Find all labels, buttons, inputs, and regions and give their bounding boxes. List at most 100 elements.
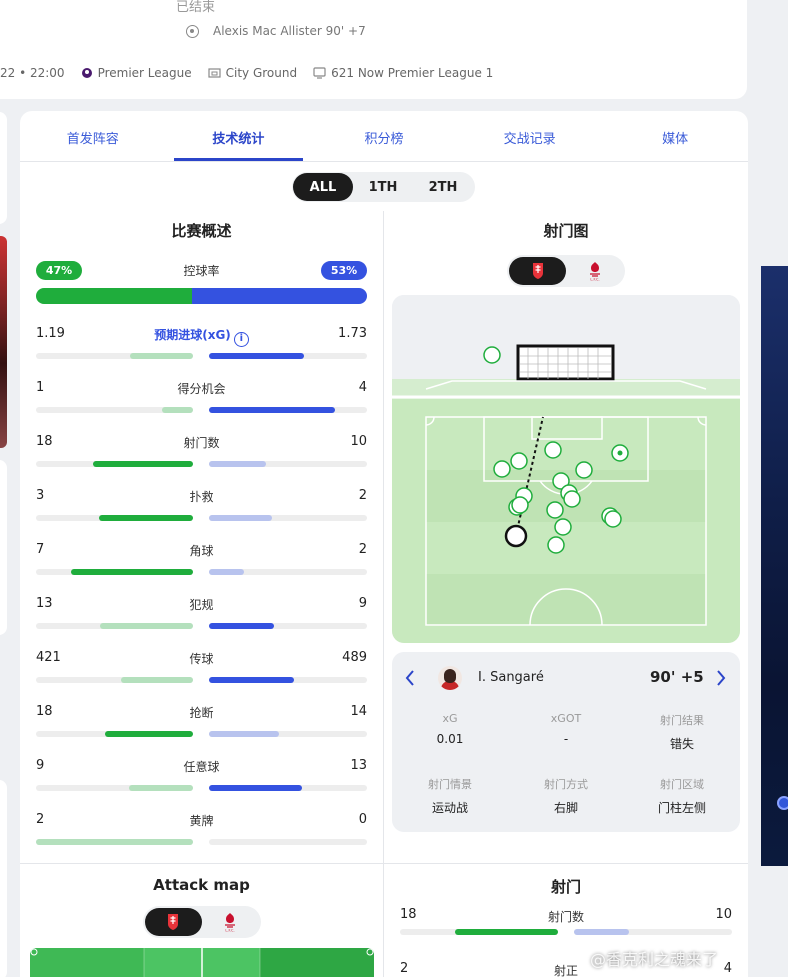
away-fill — [209, 353, 304, 359]
stat-label-text: 黄牌 — [189, 814, 214, 828]
stat-row: 2 黄牌 0 — [36, 802, 367, 856]
shot-marker[interactable] — [604, 510, 622, 528]
home-fill — [98, 515, 193, 521]
side-image-fragment — [761, 266, 788, 866]
attack-map-title: Attack map — [153, 876, 250, 894]
home-team-toggle[interactable] — [144, 908, 202, 936]
period-second-half[interactable]: 2TH — [413, 173, 473, 201]
stat-bars — [36, 407, 367, 413]
possession-bar — [36, 288, 367, 304]
side-photo-fragment — [0, 236, 7, 448]
shot-marker[interactable] — [483, 346, 501, 364]
home-track — [36, 785, 193, 791]
player-avatar — [438, 666, 462, 690]
shot-map-title: 射门图 — [543, 222, 589, 240]
away-value: 14 — [350, 704, 367, 719]
stat-row: 1 得分机会 4 — [36, 370, 367, 424]
situation-stat: 射门情景 运动战 — [392, 776, 508, 816]
period-first-half[interactable]: 1TH — [353, 173, 413, 201]
tab-head-to-head[interactable]: 交战记录 — [457, 111, 603, 161]
side-badge-fragment — [777, 796, 788, 810]
premier-league-icon — [81, 68, 92, 78]
shot-map-pitch — [392, 295, 740, 643]
stat-values: 9 任意球 13 — [36, 758, 367, 776]
stat-label: 抢断 — [36, 704, 367, 721]
tab-lineups[interactable]: 首发阵容 — [20, 111, 166, 161]
possession-header: 47% 控球率 53% — [36, 261, 367, 281]
result-label: 射门结果 — [660, 714, 704, 727]
stat-label-text: 抢断 — [189, 706, 214, 720]
shot-marker[interactable] — [544, 441, 562, 459]
match-datetime: 22 • 22:00 — [0, 66, 65, 80]
shot-marker[interactable] — [510, 452, 528, 470]
stat-list: 1.19 预期进球(xG) i 1.73 1 得分机会 4 18 射门数 10 3 扑救 2 7 角球 2 13… — [36, 316, 367, 856]
stat-label[interactable]: 预期进球(xG) i — [36, 326, 367, 347]
away-fill — [574, 929, 630, 935]
home-fill — [70, 569, 193, 575]
tab-media[interactable]: 媒体 — [602, 111, 748, 161]
stat-bars — [36, 461, 367, 467]
home-possession-fill — [36, 288, 192, 304]
away-possession-fill — [191, 288, 367, 304]
home-track — [36, 461, 193, 467]
home-fill — [120, 677, 193, 683]
stat-label-text: 得分机会 — [177, 382, 226, 396]
stat-values: 7 角球 2 — [36, 542, 367, 560]
football-icon — [186, 24, 199, 38]
away-value: 489 — [342, 650, 367, 665]
league-name: Premier League — [97, 66, 192, 80]
stat-row: 1.19 预期进球(xG) i 1.73 — [36, 316, 367, 370]
info-icon[interactable]: i — [233, 332, 249, 347]
shot-marker[interactable] — [546, 501, 564, 519]
xg-label: xG — [442, 712, 458, 725]
home-fill — [105, 731, 193, 737]
stat-row: 7 角球 2 — [36, 532, 367, 586]
home-track — [400, 929, 558, 935]
stat-label: 犯规 — [36, 596, 367, 613]
zone-value: 门柱左侧 — [657, 801, 706, 815]
stat-row: 9 任意球 13 — [36, 748, 367, 802]
shot-marker[interactable] — [493, 460, 511, 478]
stat-bars — [400, 929, 732, 935]
shot-minute: 90' +5 — [650, 668, 704, 686]
zone-stat: 射门区域 门柱左侧 — [624, 776, 740, 816]
svg-text:L.F.C.: L.F.C. — [225, 929, 234, 933]
stat-row: 18 抢断 14 — [36, 694, 367, 748]
xgot-value: - — [563, 732, 569, 746]
away-value: 13 — [350, 758, 367, 773]
home-fill — [161, 407, 193, 413]
broadcast: 621 Now Premier League 1 — [313, 66, 493, 80]
tab-standings[interactable]: 积分榜 — [311, 111, 457, 161]
away-value: 10 — [350, 434, 367, 449]
away-team-toggle[interactable]: L.F.C. — [202, 908, 259, 936]
away-track — [209, 677, 367, 683]
stat-row: 421 传球 489 — [36, 640, 367, 694]
stat-label-text: 犯规 — [189, 598, 214, 612]
away-team-toggle[interactable]: L.F.C. — [566, 257, 623, 285]
stat-label-text: 扑救 — [189, 490, 214, 504]
match-meta: 22 • 22:00 Premier League City Ground 62… — [0, 66, 493, 80]
stat-label: 传球 — [36, 650, 367, 667]
tab-stats[interactable]: 技术统计 — [166, 111, 312, 161]
attack-map-panel: Attack map L.F.C. — [20, 864, 383, 977]
attack-map-pitch — [30, 948, 374, 977]
stat-label: 扑救 — [36, 488, 367, 505]
away-value: 9 — [358, 596, 367, 611]
stat-label-text: 任意球 — [183, 760, 220, 774]
shot-marker[interactable] — [511, 496, 529, 514]
home-team-toggle[interactable] — [509, 257, 566, 285]
goal-frame — [516, 344, 615, 381]
home-possession: 47% — [36, 261, 82, 280]
league-link[interactable]: Premier League — [81, 66, 192, 80]
period-all[interactable]: ALL — [293, 173, 353, 201]
shot-marker[interactable] — [547, 536, 565, 554]
chevron-left-icon[interactable] — [404, 668, 416, 688]
chevron-right-icon[interactable] — [715, 668, 727, 688]
selected-shot-marker[interactable] — [504, 524, 528, 548]
shot-marker[interactable] — [563, 490, 581, 508]
shot-map-panel: 射门图 L.F.C. — [392, 211, 740, 643]
home-track — [36, 515, 193, 521]
shot-marker[interactable] — [575, 461, 593, 479]
stat-label-text: 传球 — [189, 652, 214, 666]
shot-marker[interactable] — [554, 518, 572, 536]
